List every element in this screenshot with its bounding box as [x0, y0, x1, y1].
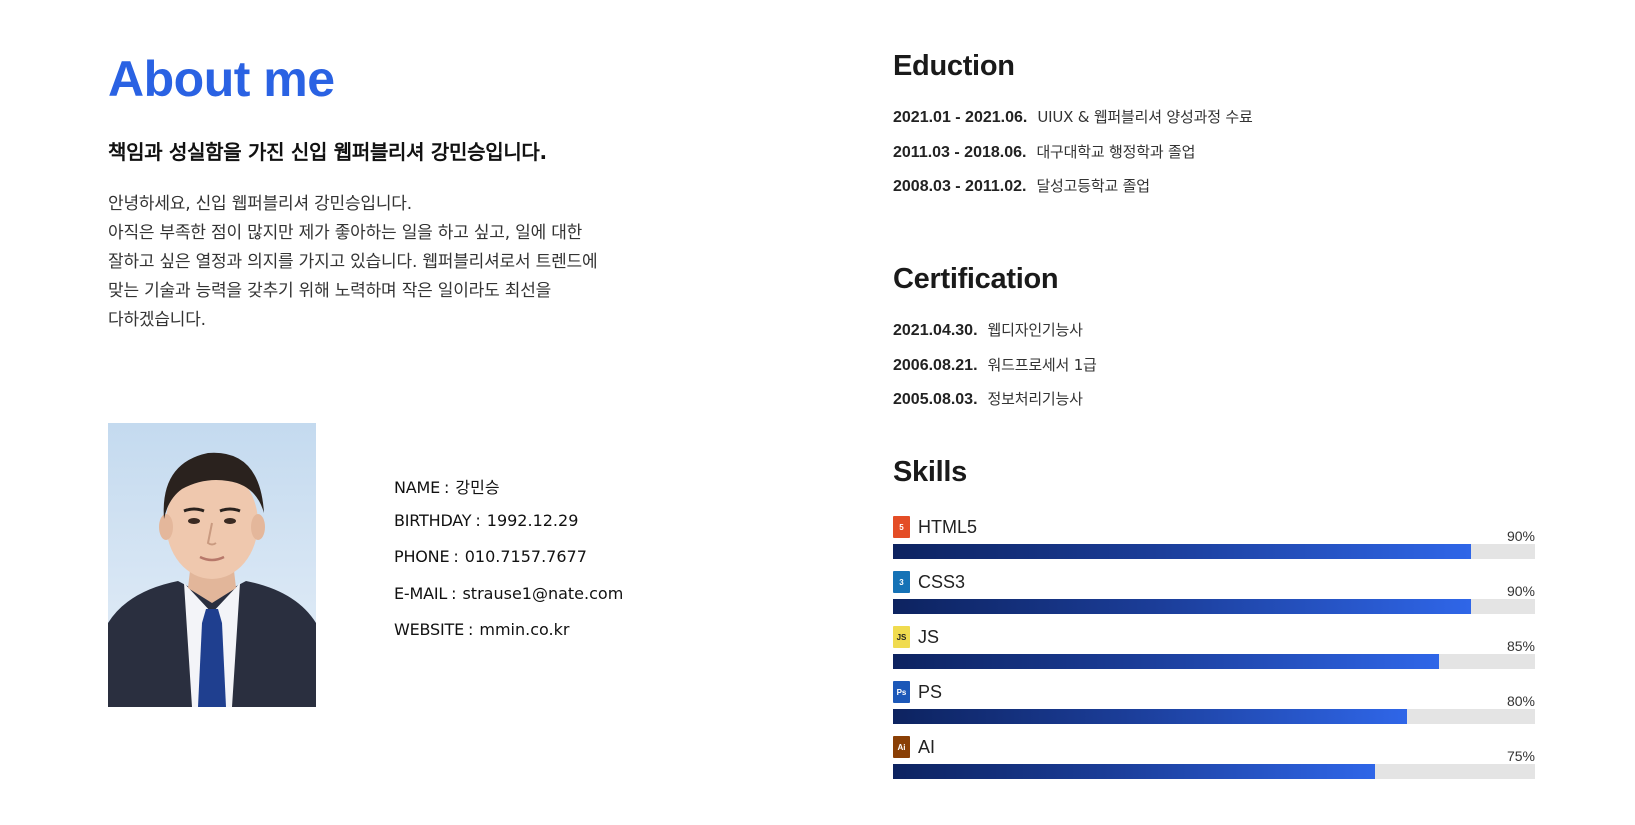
skill-bar-track: [893, 654, 1535, 669]
entry-date: 2011.03 - 2018.06.: [893, 143, 1027, 161]
entry-desc: UIUX & 웹퍼블리셔 양성과정 수료: [1037, 108, 1253, 126]
skills-title: Skills: [893, 456, 967, 488]
skill-bar-fill: [893, 709, 1407, 724]
skill-percent: 85%: [1506, 638, 1535, 654]
info-row-email: E-MAIL: strause1@nate.com: [394, 584, 623, 621]
info-value: mmin.co.kr: [479, 620, 570, 639]
skill-item: 5 HTML5 90%: [893, 514, 1535, 569]
skill-item: JS JS 85%: [893, 624, 1535, 679]
entry-desc: 대구대학교 행정학과 졸업: [1036, 142, 1196, 161]
education-entry: 2008.03 - 2011.02. 달성고등학교 졸업: [893, 175, 1253, 210]
skill-bar-track: [893, 544, 1535, 559]
entry-date: 2006.08.21.: [893, 356, 978, 374]
info-sep: :: [475, 510, 481, 530]
education-title: Eduction: [893, 50, 1015, 82]
entry-desc: 웹디자인기능사: [987, 321, 1083, 339]
photoshop-icon: Ps: [893, 681, 910, 703]
profile-info: NAME: 강민승 BIRTHDAY:1992.12.29 PHONE:010.7…: [394, 474, 623, 657]
info-key: NAME: [394, 478, 441, 497]
skill-item: 3 CSS3 90%: [893, 569, 1535, 624]
skill-name: AI: [918, 736, 936, 757]
skill-item: Ps PS 80%: [893, 679, 1535, 734]
skill-bar-track: [893, 599, 1535, 614]
info-row-name: NAME: 강민승: [394, 474, 623, 511]
entry-date: 2008.03 - 2011.02.: [893, 178, 1027, 195]
skill-name: PS: [918, 681, 943, 702]
skill-bar-track: [893, 709, 1535, 724]
js-icon: JS: [893, 626, 910, 648]
education-entry: 2021.01 - 2021.06. UIUX & 웹퍼블리셔 양성과정 수료: [893, 106, 1253, 141]
entry-date: 2005.08.03.: [893, 391, 978, 408]
info-sep: :: [444, 478, 450, 497]
css3-icon: 3: [893, 571, 910, 593]
education-list: 2021.01 - 2021.06. UIUX & 웹퍼블리셔 양성과정 수료 2…: [893, 106, 1253, 210]
skill-item: Ai AI 75%: [893, 734, 1535, 789]
about-title: About me: [108, 51, 335, 107]
skill-name: HTML5: [918, 516, 978, 537]
certification-entry: 2006.08.21. 워드프로세서 1급: [893, 354, 1097, 389]
info-value: 강민승: [455, 478, 500, 497]
skill-percent: 90%: [1506, 528, 1535, 544]
intro-line: 안녕하세요, 신입 웹퍼블리셔 강민승입니다.: [108, 194, 412, 214]
info-row-birthday: BIRTHDAY:1992.12.29: [394, 511, 623, 548]
skill-percent: 80%: [1506, 693, 1535, 709]
info-sep: :: [467, 620, 474, 639]
info-value: 010.7157.7677: [464, 547, 587, 566]
info-sep: :: [451, 583, 457, 603]
skills-list: 5 HTML5 90% 3 CSS3 90% JS JS 85% Ps PS 80% A…: [893, 514, 1535, 789]
education-entry: 2011.03 - 2018.06. 대구대학교 행정학과 졸업: [893, 141, 1253, 176]
intro-line: 아직은 부족한 점이 많지만 제가 좋아하는 일을 하고 싶고, 일에 대한: [108, 223, 583, 243]
skill-bar-fill: [893, 544, 1471, 559]
entry-date: 2021.04.30.: [893, 322, 978, 339]
skill-name: JS: [918, 626, 940, 647]
skill-percent: 90%: [1506, 583, 1535, 599]
info-key: E-MAIL: [394, 583, 448, 603]
certification-list: 2021.04.30. 웹디자인기능사 2006.08.21. 워드프로세서 1급 …: [893, 319, 1097, 423]
skill-bar-track: [893, 764, 1535, 779]
entry-desc: 워드프로세서 1급: [987, 355, 1097, 374]
entry-desc: 정보처리기능사: [987, 390, 1083, 408]
info-row-website: WEBSITE: mmin.co.kr: [394, 620, 623, 657]
info-key: PHONE: [394, 547, 450, 566]
entry-desc: 달성고등학교 졸업: [1036, 177, 1150, 195]
certification-title: Certification: [893, 263, 1059, 295]
skill-name: CSS3: [918, 571, 966, 592]
info-key: BIRTHDAY: [394, 510, 472, 530]
certification-entry: 2021.04.30. 웹디자인기능사: [893, 319, 1097, 354]
skill-bar-fill: [893, 654, 1439, 669]
info-sep: :: [453, 547, 459, 566]
info-row-phone: PHONE:010.7157.7677: [394, 547, 623, 584]
entry-date: 2021.01 - 2021.06.: [893, 109, 1028, 126]
profile-photo: [108, 423, 316, 707]
info-value: strause1@nate.com: [462, 583, 624, 603]
intro-line: 다하겠습니다.: [108, 310, 206, 330]
info-key: WEBSITE: [394, 620, 464, 639]
html5-icon: 5: [893, 516, 910, 538]
intro-line: 맞는 기술과 능력을 갖추기 위해 노력하며 작은 일이라도 최선을: [108, 281, 552, 301]
intro-text: 안녕하세요, 신입 웹퍼블리셔 강민승입니다. 아직은 부족한 점이 많지만 제…: [108, 190, 688, 335]
skill-bar-fill: [893, 764, 1375, 779]
skill-bar-fill: [893, 599, 1471, 614]
illustrator-icon: Ai: [893, 736, 910, 758]
skill-percent: 75%: [1506, 748, 1535, 764]
tagline: 책임과 성실함을 가진 신입 웹퍼블리셔 강민승입니다.: [108, 140, 547, 164]
info-value: 1992.12.29: [486, 510, 579, 530]
certification-entry: 2005.08.03. 정보처리기능사: [893, 388, 1097, 423]
intro-line: 잘하고 싶은 열정과 의지를 가지고 있습니다. 웹퍼블리셔로서 트렌드에: [108, 252, 598, 272]
